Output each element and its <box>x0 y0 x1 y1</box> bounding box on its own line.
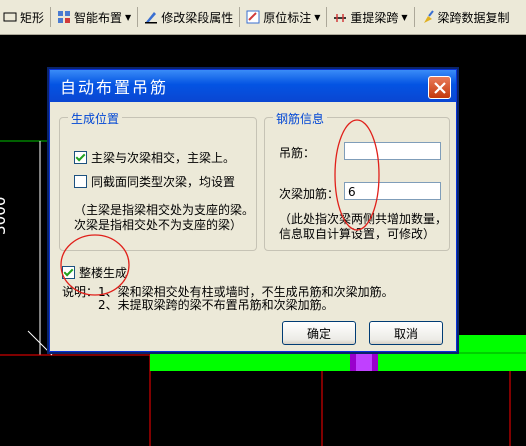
auto-hanger-dialog: 自动布置吊筋 生成位置 主梁与次梁相交，主梁上。 同截面同类型次梁，均设置 （主… <box>49 69 457 352</box>
toolbar-separator <box>413 7 415 27</box>
explain-line2: 2、未提取梁跨的梁不布置吊筋和次梁加筋。 <box>98 298 334 312</box>
toolbar-separator <box>239 7 241 27</box>
annotation-icon <box>246 10 260 24</box>
brush-icon <box>421 10 435 24</box>
dialog-title: 自动布置吊筋 <box>60 78 169 97</box>
cancel-button[interactable]: 取消 <box>369 321 443 345</box>
dimension-label: 3000 <box>0 196 9 235</box>
in-situ-annotation-button[interactable]: 原位标注 ▼ <box>243 6 323 28</box>
chevron-down-icon: ▼ <box>401 12 408 22</box>
ok-button[interactable]: 确定 <box>282 321 356 345</box>
re-extract-span-label: 重提梁跨 <box>350 10 399 25</box>
checkbox-unchecked[interactable] <box>74 175 87 188</box>
rebar-info-group: 钢筋信息 吊筋： 次梁加筋： 6 （此处指次梁两侧共增加数量， 信息取自计算设置… <box>264 110 450 251</box>
rebar-note-line2: 信息取自计算设置，可修改） <box>279 227 436 241</box>
rectangle-tool[interactable]: 矩形 <box>0 6 47 28</box>
main-secondary-intersection-label: 主梁与次梁相交，主梁上。 <box>91 151 236 165</box>
same-section-secondary-label: 同截面同类型次梁，均设置 <box>91 175 236 189</box>
copy-span-data-button[interactable]: 梁跨数据复制 <box>418 6 513 28</box>
rectangle-label: 矩形 <box>20 10 45 25</box>
chevron-down-icon: ▼ <box>314 12 321 22</box>
same-section-secondary-checkbox[interactable]: 同截面同类型次梁，均设置 <box>74 173 235 190</box>
checkbox-checked[interactable] <box>62 266 75 279</box>
grid-icon <box>57 10 71 24</box>
generation-position-group: 生成位置 主梁与次梁相交，主梁上。 同截面同类型次梁，均设置 （主梁是指梁相交处… <box>59 110 257 251</box>
checkbox-checked[interactable] <box>74 151 87 164</box>
hanger-input[interactable] <box>344 142 441 160</box>
copy-span-data-label: 梁跨数据复制 <box>437 10 510 25</box>
smart-layout-label: 智能布置 <box>74 10 123 25</box>
whole-floor-checkbox[interactable]: 整楼生成 <box>62 264 127 281</box>
position-note-line2: 次梁是指相交处不为支座的梁） <box>74 218 243 232</box>
dialog-titlebar[interactable]: 自动布置吊筋 <box>50 70 456 102</box>
hanger-label: 吊筋： <box>279 146 316 160</box>
close-button[interactable] <box>428 76 451 99</box>
re-extract-span-button[interactable]: 重提梁跨 ▼ <box>330 6 410 28</box>
toolbar-separator <box>50 7 52 27</box>
edit-properties-icon <box>144 10 158 24</box>
close-icon <box>433 81 446 94</box>
main-secondary-intersection-checkbox[interactable]: 主梁与次梁相交，主梁上。 <box>74 149 235 166</box>
toolbar-separator <box>137 7 139 27</box>
whole-floor-label: 整楼生成 <box>79 266 128 280</box>
generation-position-title: 生成位置 <box>68 110 123 127</box>
column-core <box>356 353 372 371</box>
re-extract-icon <box>333 10 347 24</box>
secondary-beam-bar-input[interactable]: 6 <box>344 182 441 200</box>
rectangle-icon <box>3 10 17 24</box>
smart-layout-button[interactable]: 智能布置 ▼ <box>54 6 134 28</box>
edit-beam-properties-button[interactable]: 修改梁段属性 <box>141 6 236 28</box>
chevron-down-icon: ▼ <box>125 12 132 22</box>
toolbar-separator <box>326 7 328 27</box>
rebar-info-title: 钢筋信息 <box>273 110 328 127</box>
toolbar: 矩形 智能布置 ▼ 修改梁段属性 原位标注 ▼ 重提梁跨 ▼ 梁跨数据复制 <box>0 0 526 35</box>
in-situ-annotation-label: 原位标注 <box>263 10 312 25</box>
edit-beam-properties-label: 修改梁段属性 <box>161 10 234 25</box>
secondary-beam-bar-label: 次梁加筋： <box>279 187 340 201</box>
